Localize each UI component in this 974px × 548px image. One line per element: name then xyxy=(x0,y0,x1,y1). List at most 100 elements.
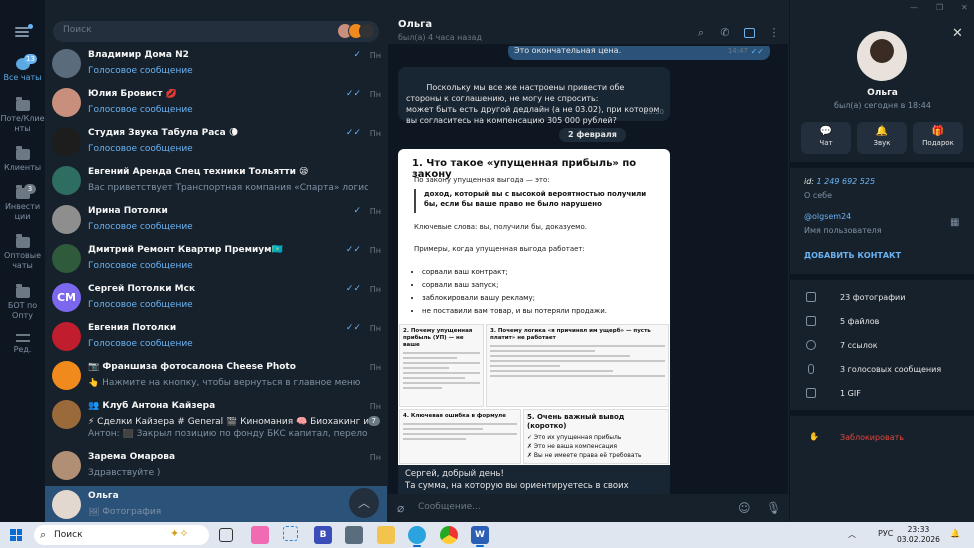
read-ticks-icon: ✓✓ xyxy=(345,284,361,294)
chat-row[interactable]: 👥 Клуб Антона Кайзера ⚡ Сделки Кайзера # … xyxy=(45,396,387,446)
minimize-icon[interactable]: — xyxy=(910,3,918,12)
chat-button[interactable]: 💬 Чат xyxy=(801,122,851,154)
chat-time: Пн xyxy=(369,324,381,333)
close-icon[interactable]: ✕ xyxy=(952,26,963,41)
windows-start-icon[interactable] xyxy=(10,529,22,541)
app-snip-icon[interactable] xyxy=(283,526,298,541)
message-incoming[interactable]: Поскольку мы все же настроены привести о… xyxy=(398,67,670,125)
avatar xyxy=(52,322,81,351)
album-photo[interactable]: 3. Почему логика «я причинял им ущерб» —… xyxy=(486,324,669,407)
emoji-icon[interactable]: ☺ xyxy=(738,501,751,515)
microphone-icon[interactable]: 🎙 xyxy=(766,501,781,515)
folder-potolki-clients[interactable]: Поте/Клие нты xyxy=(0,97,45,134)
app-copilot-icon[interactable] xyxy=(251,526,269,544)
attach-icon[interactable]: ⌀ xyxy=(397,501,404,515)
tray-chevron-icon[interactable]: ︿ xyxy=(848,529,856,540)
more-icon[interactable]: ⋮ xyxy=(768,27,780,39)
conversation-header[interactable]: Ольга был(а) 4 часа назад ⌕ ✆ ⋮ xyxy=(388,0,788,45)
folder-edit[interactable]: Ред. xyxy=(0,334,45,355)
story-avatars[interactable] xyxy=(337,23,375,39)
message-composer[interactable]: ⌀ Сообщение... ☺ 🎙 xyxy=(388,494,788,522)
chat-row[interactable]: Дмитрий Ремонт Квартир Премиум🇰🇿 Голосово… xyxy=(45,240,387,279)
album-photo[interactable]: 2. Почему упущенная прибыль (УП) — не ва… xyxy=(399,324,484,407)
qr-code-icon[interactable]: ▦ xyxy=(950,217,959,228)
read-ticks-icon: ✓✓ xyxy=(750,47,764,56)
chat-row[interactable]: Студия Звука Табула Раса 🌘 Голосовое сооб… xyxy=(45,123,387,162)
chat-row[interactable]: 📷 Франшиза фотосалона Cheese Photo 👆 Нажм… xyxy=(45,357,387,396)
media-links[interactable]: 7 ссылок xyxy=(804,340,964,354)
conversation-pane: Ольга был(а) 4 часа назад ⌕ ✆ ⋮ Это окон… xyxy=(388,0,788,522)
chat-time: Пн xyxy=(369,51,381,60)
sparkle-icon: ✦✧ xyxy=(170,527,189,540)
chat-row[interactable]: Юлия Бровист 💋 Голосовое сообщение ✓✓ Пн xyxy=(45,84,387,123)
add-contact-button[interactable]: ДОБАВИТЬ КОНТАКТ xyxy=(804,251,901,260)
taskbar-clock[interactable]: 23:33 03.02.2026 xyxy=(897,525,940,545)
story-avatar[interactable] xyxy=(359,23,375,39)
avatar xyxy=(52,400,81,429)
photo-document[interactable]: 1. Что такое «упущенная прибыль» по зако… xyxy=(398,149,670,323)
window-close-icon[interactable]: ✕ xyxy=(961,3,968,12)
message-outgoing[interactable]: Это окончательная цена. 14:47 ✓✓ xyxy=(508,46,770,60)
about-label: О себе xyxy=(804,191,833,200)
avatar xyxy=(52,127,81,156)
chat-preview: Голосовое сообщение xyxy=(88,261,193,271)
conversation-title[interactable]: Ольга xyxy=(398,19,432,30)
message-caption[interactable]: Сергей, добрый день! Та сумма, на котору… xyxy=(398,465,670,494)
chat-row[interactable]: Ирина Потолки Голосовое сообщение ✓ Пн xyxy=(45,201,387,240)
chat-preview: Голосовое сообщение xyxy=(88,66,193,76)
chat-row[interactable]: Ольга 🖼 Фотография xyxy=(45,486,387,522)
folder-badge: 3 xyxy=(24,184,36,194)
chat-row[interactable]: Владимир Дома N2 Голосовое сообщение ✓ Пн xyxy=(45,45,387,84)
album-photo[interactable]: 5. Очень важный вывод (коротко) ✓ Это их… xyxy=(523,409,669,464)
media-gif[interactable]: 1 GIF xyxy=(804,388,964,402)
scroll-up-button[interactable]: ︿ xyxy=(349,488,379,518)
notification-icon[interactable]: 🔔 xyxy=(950,529,960,538)
chat-row[interactable]: Евгений Аренда Спец техники Тольятти 😪 Ва… xyxy=(45,162,387,201)
language-indicator[interactable]: РУС xyxy=(878,529,893,538)
message-time: 14:47 xyxy=(727,47,748,55)
task-view-icon[interactable] xyxy=(219,528,233,542)
menu-icon[interactable] xyxy=(15,24,33,37)
chat-row[interactable]: СМ Сергей Потолки Мск Голосовое сообщение ✓… xyxy=(45,279,387,318)
sound-button[interactable]: 🔔 Звук xyxy=(857,122,907,154)
app-explorer-icon[interactable] xyxy=(377,526,395,544)
media-photos[interactable]: 23 фотографии xyxy=(804,292,964,306)
chat-name: 📷 Франшиза фотосалона Cheese Photo xyxy=(88,362,296,372)
app-word-icon[interactable]: W xyxy=(471,526,489,547)
user-id[interactable]: id: 1 249 692 525 xyxy=(804,177,875,186)
media-files[interactable]: 5 файлов xyxy=(804,316,964,330)
sidebar-toggle-icon[interactable] xyxy=(744,28,755,38)
folder-clients[interactable]: Клиенты xyxy=(0,146,45,173)
search-input[interactable]: Поиск xyxy=(53,21,379,42)
chat-row[interactable]: Евгения Потолки Голосовое сообщение ✓✓ Пн xyxy=(45,318,387,357)
chat-time: Пн xyxy=(369,90,381,99)
folder-wholesale-chats[interactable]: Оптовые чаты xyxy=(0,234,45,271)
folder-investments[interactable]: 3 Инвести ции xyxy=(0,184,45,222)
phone-icon[interactable]: ✆ xyxy=(719,27,731,39)
app-telegram-icon[interactable] xyxy=(408,526,426,547)
chat-name: Зарема Омарова xyxy=(88,452,176,462)
message-input[interactable]: Сообщение... xyxy=(418,502,481,512)
gift-button[interactable]: 🎁 Подарок xyxy=(913,122,963,154)
chat-preview: 🖼 Фотография xyxy=(88,507,162,517)
app-vk-icon[interactable]: B xyxy=(314,526,332,544)
maximize-icon[interactable]: ❐ xyxy=(936,3,943,12)
album-photo[interactable]: 4. Ключевая ошибка в формуле xyxy=(399,409,521,464)
app-chrome-icon[interactable] xyxy=(440,526,458,544)
caption-text: Сергей, добрый день! Та сумма, на котору… xyxy=(405,469,629,494)
photo-album: 2. Почему упущенная прибыль (УП) — не ва… xyxy=(398,323,670,465)
app-calculator-icon[interactable] xyxy=(345,526,363,544)
folder-label: Поте/Клие нты xyxy=(0,114,45,133)
media-voice[interactable]: 3 голосовых сообщения xyxy=(804,364,964,378)
doc-list-item: сорвали ваш запуск; xyxy=(422,279,607,292)
profile-avatar[interactable] xyxy=(857,31,907,81)
search-icon[interactable]: ⌕ xyxy=(695,27,707,39)
chat-row[interactable]: Зарема Омарова Здравствуйте ) Пн xyxy=(45,447,387,486)
folder-bot-wholesale[interactable]: БОТ по Опту xyxy=(0,284,45,321)
stat-label: 23 фотографии xyxy=(840,293,906,302)
avatar: СМ xyxy=(52,283,81,312)
folder-all-chats[interactable]: 13 Все чаты xyxy=(0,54,45,83)
date-separator: 2 февраля xyxy=(559,128,626,142)
username[interactable]: @olgsem24 xyxy=(804,212,851,221)
folder-label: Ред. xyxy=(13,345,32,354)
